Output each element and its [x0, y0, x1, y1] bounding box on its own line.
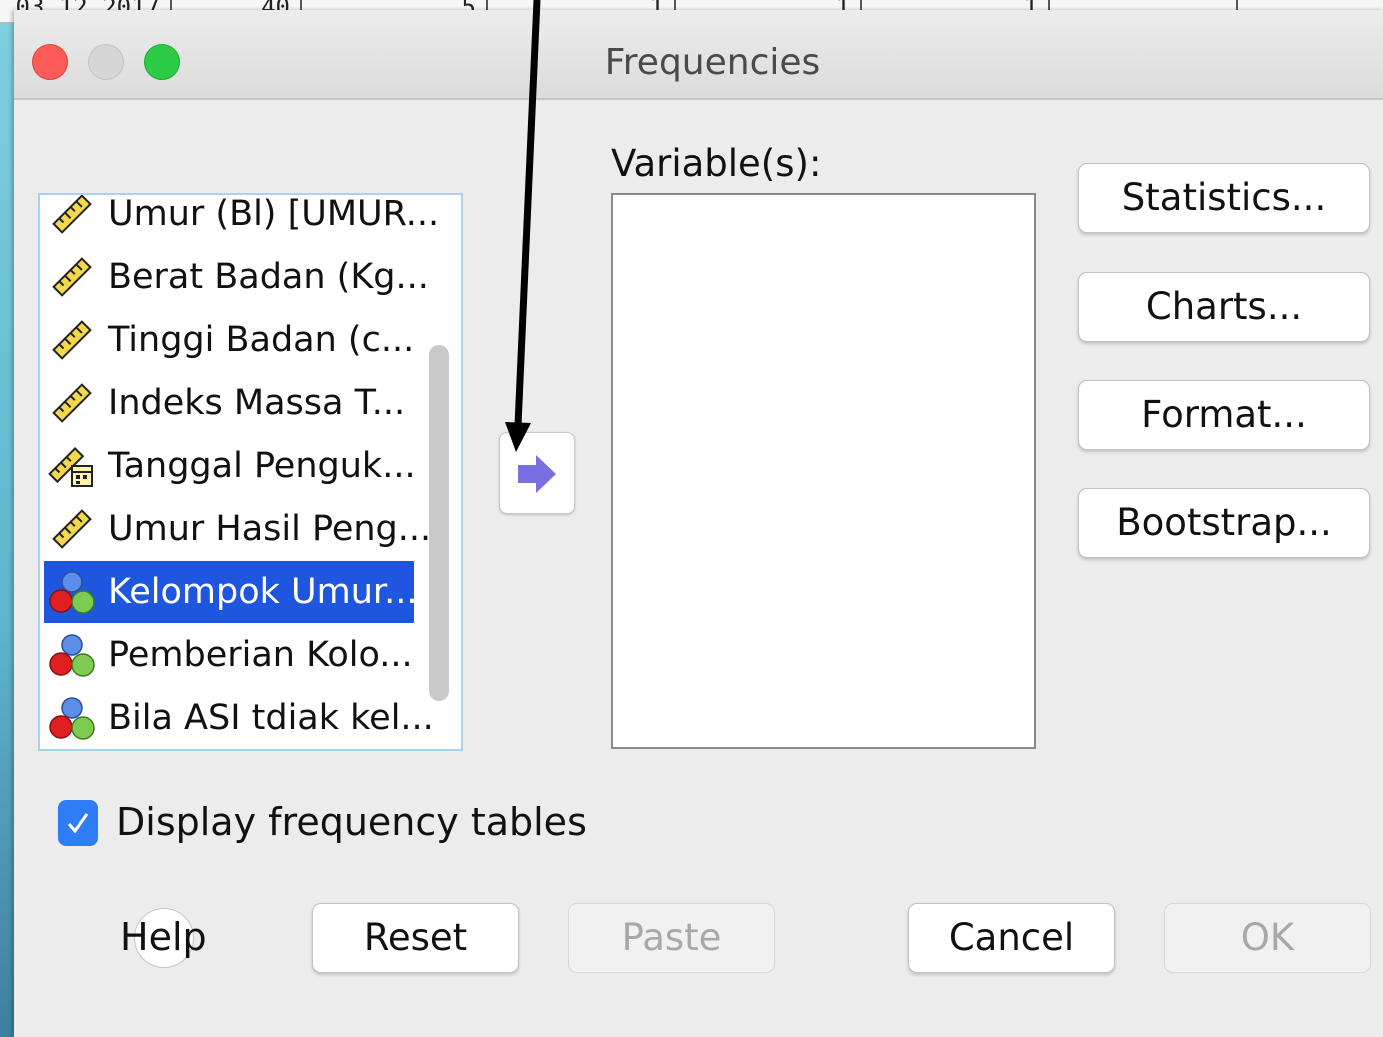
- annotation-pointer-arrow: [505, 0, 541, 452]
